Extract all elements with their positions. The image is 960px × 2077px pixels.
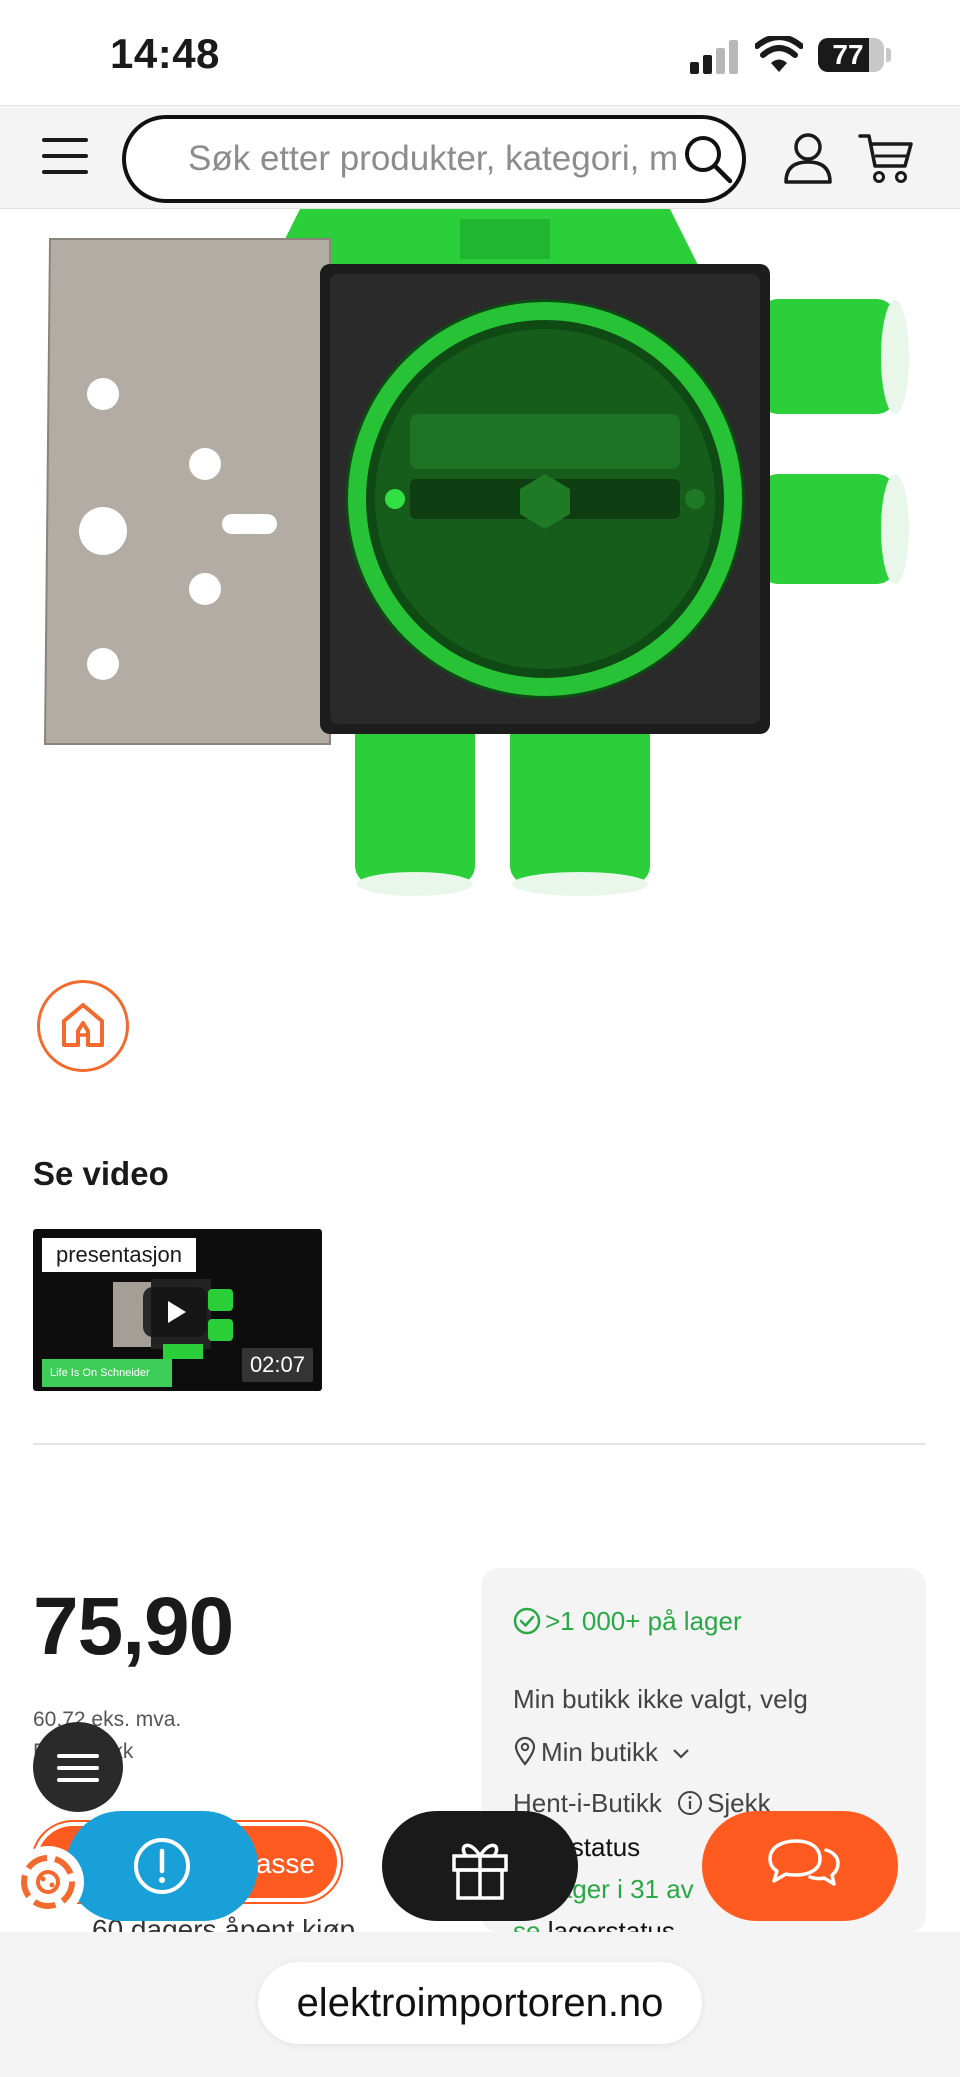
brand-badge[interactable]: [37, 980, 129, 1072]
store-not-selected: Min butikk ikke valgt, velg: [513, 1684, 808, 1714]
check-circle-icon: [513, 1607, 541, 1635]
video-thumbnail[interactable]: presentasjon Life Is On Schneider 02:07: [33, 1229, 322, 1391]
cookie-settings-button[interactable]: [12, 1846, 84, 1918]
video-label: presentasjon: [42, 1238, 196, 1272]
battery-tip: [886, 48, 891, 62]
battery-icon: 77: [818, 38, 884, 72]
my-store-label: Min butikk: [541, 1737, 659, 1767]
alert-button[interactable]: [66, 1811, 258, 1921]
product-image[interactable]: [0, 209, 960, 919]
url-bar[interactable]: elektroimportoren.no: [258, 1962, 702, 2044]
battery-percent: 77: [832, 39, 864, 70]
price: 75,90: [33, 1581, 234, 1672]
browser-bottom-bar: elektroimportoren.no: [0, 1932, 960, 2077]
user-icon[interactable]: [782, 130, 834, 186]
search-bar[interactable]: [122, 115, 746, 203]
cart-icon[interactable]: [858, 130, 914, 186]
section-divider: [33, 1443, 926, 1445]
play-icon: [168, 1301, 186, 1323]
menu-button[interactable]: [42, 134, 90, 178]
info-icon[interactable]: [677, 1790, 703, 1816]
my-store-select[interactable]: Min butikk: [513, 1736, 691, 1768]
status-bar: 14:48 77: [0, 0, 960, 105]
play-button[interactable]: [143, 1287, 207, 1337]
wifi-icon: [755, 36, 803, 72]
cookie-icon: [21, 1855, 75, 1909]
gift-button[interactable]: [382, 1811, 578, 1921]
exclamation-icon: [134, 1838, 190, 1894]
chat-button[interactable]: [702, 1811, 898, 1921]
search-icon[interactable]: [682, 133, 734, 185]
floating-menu-button[interactable]: [33, 1722, 123, 1812]
status-time: 14:48: [110, 30, 220, 77]
video-heading: Se video: [33, 1155, 169, 1192]
in-stock-status: >1 000+ på lager: [513, 1606, 742, 1637]
video-duration: 02:07: [241, 1348, 313, 1382]
house-logo-icon: [62, 1003, 104, 1047]
schneider-logo: Life Is On Schneider: [42, 1359, 172, 1387]
chevron-down-icon: [673, 1749, 690, 1759]
location-pin-icon: [514, 1736, 536, 1766]
search-input[interactable]: [188, 133, 678, 185]
gift-icon: [452, 1843, 508, 1900]
cellular-signal-icon: [690, 38, 742, 74]
site-header: [0, 105, 960, 209]
in-stock-text: >1 000+ på lager: [545, 1606, 742, 1636]
chat-icon: [768, 1839, 840, 1886]
